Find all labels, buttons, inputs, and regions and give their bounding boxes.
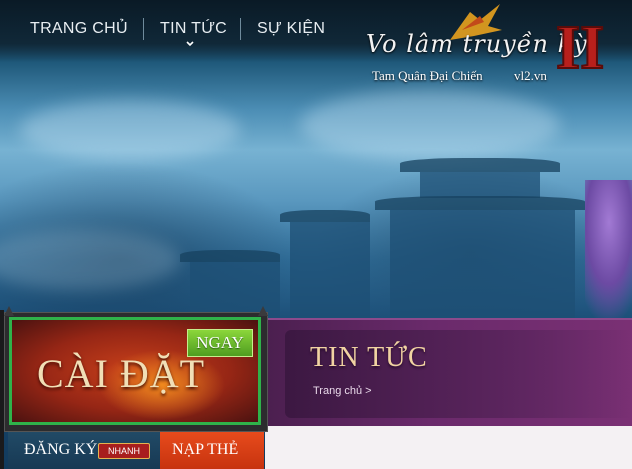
chevron-down-icon bbox=[186, 41, 194, 47]
breadcrumb[interactable]: Trang chủ > bbox=[313, 385, 372, 397]
nav-item-home[interactable]: TRANG CHỦ bbox=[30, 20, 128, 38]
castle-roof bbox=[280, 210, 370, 222]
topup-label: NẠP THẺ bbox=[172, 441, 239, 458]
castle-roof bbox=[375, 196, 585, 210]
nav-divider bbox=[240, 18, 241, 40]
cloud bbox=[20, 100, 240, 160]
cloud bbox=[300, 90, 560, 160]
castle-roof bbox=[400, 158, 560, 172]
register-label: ĐĂNG KÝ bbox=[24, 441, 98, 458]
castle-roof bbox=[180, 250, 280, 262]
logo-roman-numeral: II bbox=[556, 14, 604, 78]
logo-subtitle: Tam Quân Đại Chiến bbox=[372, 68, 483, 83]
castle-body bbox=[290, 222, 370, 322]
nav-item-news[interactable]: TIN TỨC bbox=[160, 20, 227, 38]
now-badge: NGAY bbox=[187, 329, 253, 357]
castle-body bbox=[390, 210, 575, 320]
register-button[interactable]: ĐĂNG KÝ NHANH bbox=[8, 432, 160, 469]
content-area bbox=[265, 426, 632, 469]
install-label: CÀI ĐẶT bbox=[37, 351, 206, 396]
cloud bbox=[0, 230, 180, 290]
castle-body bbox=[420, 172, 540, 198]
topup-button[interactable]: NẠP THẺ bbox=[160, 432, 264, 469]
frame-corner-ornament-icon bbox=[258, 306, 268, 316]
frame-corner-ornament-icon bbox=[4, 306, 14, 316]
logo-domain: vl2.vn bbox=[514, 68, 547, 83]
news-title: TIN TỨC bbox=[310, 342, 428, 373]
nav-item-events[interactable]: SỰ KIỆN bbox=[257, 20, 325, 38]
install-button[interactable]: CÀI ĐẶT NGAY bbox=[9, 317, 261, 425]
creature-illustration bbox=[585, 180, 632, 320]
nav-divider bbox=[143, 18, 144, 40]
roman-numeral-logo: II bbox=[555, 13, 605, 78]
quick-badge: NHANH bbox=[98, 443, 150, 459]
